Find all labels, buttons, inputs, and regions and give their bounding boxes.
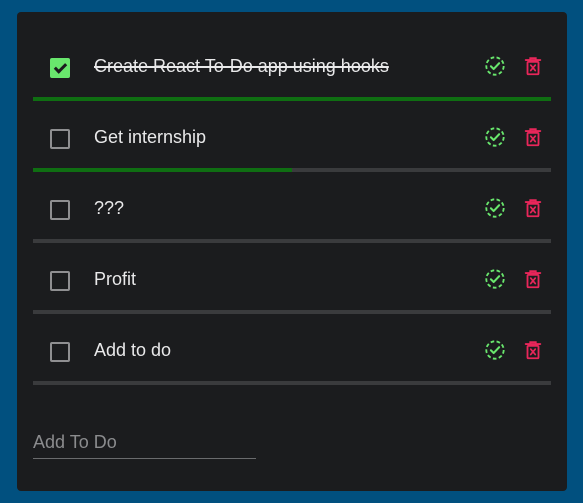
todo-label: Profit [94,269,137,289]
trash-icon[interactable] [522,126,544,148]
todo-progress-bar [33,381,551,385]
todo-item: Add to do [33,314,551,385]
todo-label: Add to do [94,340,172,360]
trash-icon[interactable] [522,268,544,290]
trash-icon[interactable] [522,55,544,77]
complete-icon[interactable] [484,268,506,290]
todo-item: Create React To-Do app using hooks [33,30,551,101]
add-todo-field [33,425,256,459]
complete-icon[interactable] [484,339,506,361]
todo-item: Get internship [33,101,551,172]
todo-checkbox[interactable] [50,58,70,78]
todo-checkbox[interactable] [50,271,70,291]
todo-checkbox[interactable] [50,200,70,220]
todo-item: Profit [33,243,551,314]
complete-icon[interactable] [484,197,506,219]
trash-icon[interactable] [522,339,544,361]
todo-label: Get internship [94,127,207,147]
todo-label: Create React To-Do app using hooks [94,56,389,76]
todo-item: ??? [33,172,551,243]
complete-icon[interactable] [484,55,506,77]
trash-icon[interactable] [522,197,544,219]
todo-checkbox[interactable] [50,129,70,149]
todo-label: ??? [94,198,125,218]
todo-checkbox[interactable] [50,342,70,362]
add-todo-input[interactable] [33,429,256,455]
complete-icon[interactable] [484,126,506,148]
todo-list: Create React To-Do app using hooks Get i… [33,30,551,385]
todo-card: Create React To-Do app using hooks Get i… [17,12,567,491]
